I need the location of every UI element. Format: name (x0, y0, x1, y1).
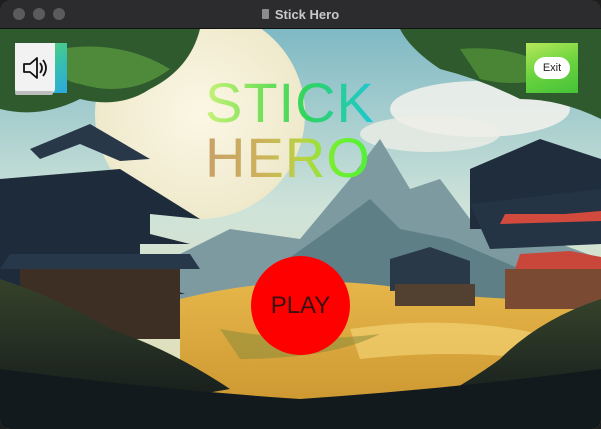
exit-button[interactable]: Exit (526, 43, 578, 93)
speaker-volume-icon (23, 57, 47, 79)
sound-toggle-button[interactable] (15, 43, 67, 95)
zoom-window-button[interactable] (53, 8, 65, 20)
sound-button-face (15, 43, 55, 95)
app-window: Stick Hero Exit STICK HERO PLAY (0, 0, 601, 429)
window-controls (13, 8, 65, 20)
title-bar: Stick Hero (0, 0, 601, 29)
game-title-line-2: HERO (205, 126, 371, 189)
game-title-line-1: STICK (205, 71, 375, 134)
exit-button-label: Exit (534, 57, 570, 79)
window-title: Stick Hero (274, 6, 340, 22)
play-button[interactable]: PLAY (251, 256, 350, 355)
close-window-button[interactable] (13, 8, 25, 20)
window-title-group: Stick Hero (261, 6, 340, 22)
minimize-window-button[interactable] (33, 8, 45, 20)
document-icon (261, 9, 269, 19)
